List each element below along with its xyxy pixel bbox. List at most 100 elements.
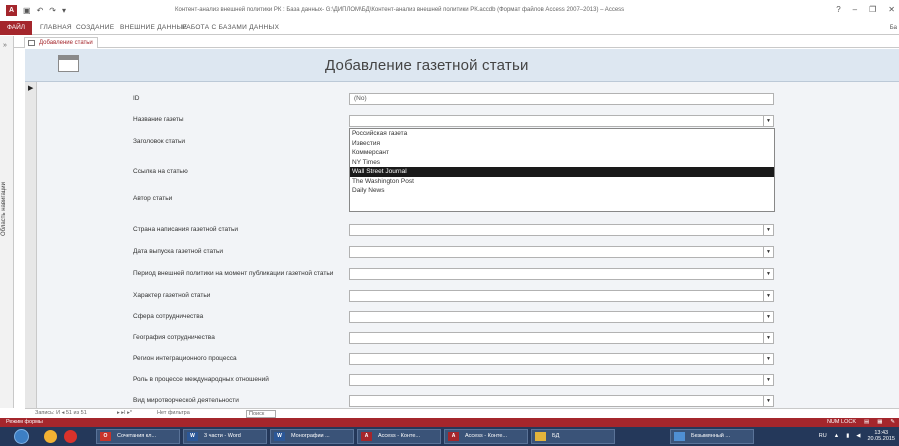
role-combo[interactable]: ▼: [349, 374, 774, 386]
document-tabs: Добавление статьи: [14, 36, 899, 48]
status-bar-right: NUM LOCK ▤ ▦ ✎: [827, 419, 895, 425]
period-combo[interactable]: ▼: [349, 268, 774, 280]
chevron-down-icon[interactable]: ▼: [763, 375, 773, 385]
geography-combo[interactable]: ▼: [349, 332, 774, 344]
title-bar: A ▣ ↶ ↷ ▾ Контент-анализ внешней политик…: [0, 0, 899, 21]
taskbar-item[interactable]: W 3 части - Word: [183, 429, 267, 444]
tab-file[interactable]: ФАЙЛ: [0, 21, 32, 35]
navigation-pane-label: Область навигации: [1, 182, 7, 236]
account-signin[interactable]: Бa: [890, 25, 897, 31]
opera-pinned-icon[interactable]: [64, 430, 77, 443]
help-button[interactable]: ?: [836, 5, 840, 14]
character-combo[interactable]: ▼: [349, 290, 774, 302]
taskbar-item-label: 3 части - Word: [204, 433, 241, 439]
form-icon: [28, 40, 35, 46]
taskbar-item-label: Монографии ...: [291, 433, 330, 439]
window-title: Контент-анализ внешней политики РК : Баз…: [175, 7, 625, 13]
start-button-icon[interactable]: [14, 429, 29, 444]
chevron-down-icon[interactable]: ▼: [763, 269, 773, 279]
numlock-indicator: NUM LOCK: [826, 419, 856, 425]
layout-view-icon[interactable]: ▦: [877, 419, 882, 425]
customize-toolbar-icon[interactable]: ▾: [62, 5, 66, 16]
undo-icon[interactable]: ↶: [37, 5, 44, 16]
dropdown-option[interactable]: Коммерсант: [350, 148, 774, 158]
chevron-down-icon[interactable]: ▼: [763, 225, 773, 235]
browser-pinned-icon[interactable]: [44, 430, 57, 443]
character-label: Характер газетной статьи: [133, 292, 211, 299]
id-field[interactable]: (No): [349, 93, 774, 105]
peace-combo[interactable]: ▼: [349, 395, 774, 407]
dropdown-option[interactable]: Daily News: [350, 186, 774, 196]
close-button[interactable]: ✕: [888, 5, 895, 14]
filter-indicator[interactable]: Нет фильтра: [157, 410, 190, 416]
record-position[interactable]: Запись: И ◂ 51 из 51: [35, 410, 87, 416]
opera-icon: O: [100, 432, 111, 441]
peace-label: Вид миротворческой деятельности: [133, 397, 239, 404]
form-header: Добавление газетной статьи: [25, 49, 899, 82]
chevron-down-icon[interactable]: ▼: [763, 333, 773, 343]
link-label: Ссылка на статью: [133, 168, 188, 175]
clock[interactable]: 13:43 20.05.2015: [867, 430, 895, 442]
tab-external-data[interactable]: ВНЕШНИЕ ДАННЫЕ: [120, 24, 187, 31]
taskbar-item[interactable]: A Access - Конте...: [444, 429, 528, 444]
redo-icon[interactable]: ↷: [49, 5, 56, 16]
tab-database-tools[interactable]: РАБОТА С БАЗАМИ ДАННЫХ: [182, 24, 279, 31]
design-view-icon[interactable]: ✎: [890, 419, 895, 425]
current-record-icon: ▶: [28, 85, 34, 92]
dropdown-option-selected[interactable]: Wall Street Journal: [350, 167, 774, 177]
tab-home[interactable]: ГЛАВНАЯ: [40, 24, 72, 31]
word-icon: W: [187, 432, 198, 441]
newspaper-dropdown-list[interactable]: Российская газета Известия Коммерсант NY…: [349, 128, 775, 212]
expand-nav-icon[interactable]: »: [3, 42, 7, 49]
restore-button[interactable]: ❐: [869, 5, 876, 14]
newspaper-combo[interactable]: ▼: [349, 115, 774, 127]
sphere-combo[interactable]: ▼: [349, 311, 774, 323]
tab-add-article[interactable]: Добавление статьи: [24, 37, 98, 48]
chevron-down-icon[interactable]: ▼: [763, 396, 773, 406]
tab-create[interactable]: СОЗДАНИЕ: [76, 24, 114, 31]
region-combo[interactable]: ▼: [349, 353, 774, 365]
clock-date: 20.05.2015: [867, 436, 895, 442]
chevron-down-icon[interactable]: ▼: [763, 247, 773, 257]
taskbar-item-label: Access - Конте...: [465, 433, 508, 439]
word-icon: W: [274, 432, 285, 441]
record-selector[interactable]: ▶: [25, 82, 37, 410]
taskbar-item[interactable]: Безымянный ...: [670, 429, 754, 444]
chevron-down-icon[interactable]: ▼: [763, 291, 773, 301]
system-tray: RU ▲ ▮ ◀ 13:43 20.05.2015: [819, 430, 895, 442]
volume-icon[interactable]: ◀: [856, 433, 860, 439]
chevron-down-icon[interactable]: ▼: [763, 116, 773, 126]
taskbar-item-label: БД: [552, 433, 560, 439]
window-controls: ? – ❐ ✕: [836, 5, 895, 14]
network-icon[interactable]: ▮: [846, 433, 849, 439]
view-mode-text: Режим формы: [6, 419, 43, 425]
form-detail: ID (No) Название газеты ▼ Заголовок стат…: [37, 82, 899, 410]
chevron-down-icon[interactable]: ▼: [763, 312, 773, 322]
form-view-icon[interactable]: ▤: [864, 419, 869, 425]
language-indicator[interactable]: RU: [819, 433, 827, 439]
dropdown-option[interactable]: The Washington Post: [350, 177, 774, 187]
taskbar-item[interactable]: O Сочетания кл...: [96, 429, 180, 444]
date-combo[interactable]: ▼: [349, 246, 774, 258]
dropdown-option[interactable]: NY Times: [350, 158, 774, 168]
save-icon[interactable]: ▣: [23, 5, 31, 16]
newspaper-label: Название газеты: [133, 116, 184, 123]
article-form: Добавление газетной статьи ▶ ID (No) Наз…: [25, 49, 899, 410]
taskbar-item[interactable]: W Монографии ...: [270, 429, 354, 444]
access-logo-icon[interactable]: A: [6, 5, 17, 16]
form-title: Добавление газетной статьи: [325, 57, 529, 74]
sphere-label: Сфера сотрудничества: [133, 313, 204, 320]
tray-expand-icon[interactable]: ▲: [834, 433, 839, 439]
country-combo[interactable]: ▼: [349, 224, 774, 236]
minimize-button[interactable]: –: [853, 5, 857, 14]
folder-icon: [535, 432, 546, 441]
chevron-down-icon[interactable]: ▼: [763, 354, 773, 364]
taskbar-item[interactable]: A Access - Конте...: [357, 429, 441, 444]
record-search-input[interactable]: Поиск: [246, 410, 276, 418]
dropdown-option[interactable]: Российская газета: [350, 129, 774, 139]
taskbar-item[interactable]: БД: [531, 429, 615, 444]
taskbar: O Сочетания кл... W 3 части - Word W Мон…: [0, 427, 899, 446]
navigation-pane[interactable]: » Область навигации: [0, 36, 14, 408]
dropdown-option[interactable]: Известия: [350, 139, 774, 149]
record-next-buttons[interactable]: ▸ ▸I ▸*: [117, 410, 132, 416]
